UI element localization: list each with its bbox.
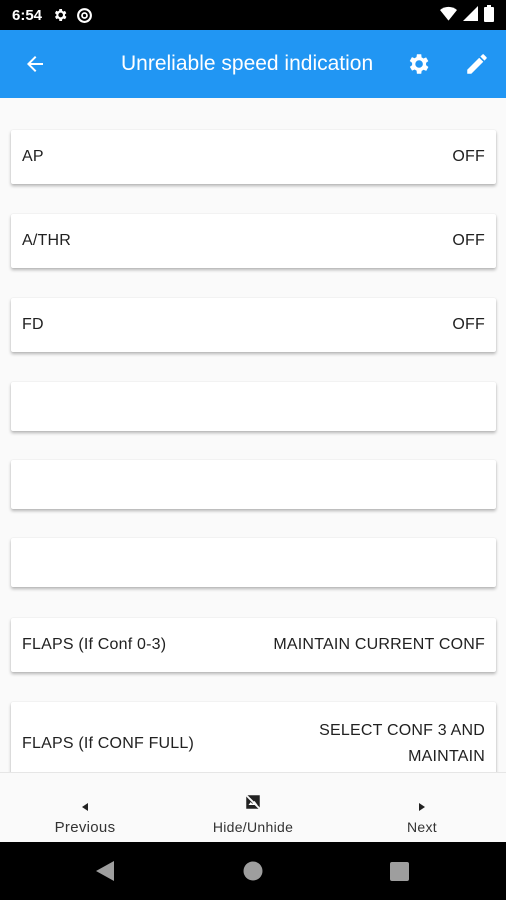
status-time: 6:54: [12, 6, 43, 24]
next-button[interactable]: Next: [392, 773, 452, 843]
item-label: FLAPS (If CONF FULL): [22, 735, 195, 752]
previous-label: Previous: [54, 819, 116, 836]
checklist[interactable]: AP OFF A/THR OFF FD OFF FLAPS (If Conf 0…: [0, 98, 506, 772]
hide-unhide-label: Hide/Unhide: [212, 819, 294, 835]
pencil-icon[interactable]: [462, 49, 492, 79]
item-label: FLAPS (If Conf 0-3): [22, 636, 167, 653]
status-bar: 6:54: [0, 0, 506, 30]
at-sync-icon: [76, 7, 93, 24]
recents-square-icon[interactable]: [386, 858, 412, 884]
app-bar: Unreliable speed indication: [0, 30, 506, 98]
system-nav-bar: [0, 842, 506, 900]
list-item[interactable]: [11, 538, 496, 587]
item-label: A/THR: [22, 232, 71, 249]
item-value: MAINTAIN CURRENT CONF: [273, 636, 485, 653]
battery-icon: [484, 4, 494, 26]
list-item[interactable]: AP OFF: [11, 130, 496, 184]
page-title: Unreliable speed indication: [121, 52, 374, 75]
hide-image-icon: [244, 783, 262, 811]
list-item[interactable]: FD OFF: [11, 298, 496, 352]
item-value: OFF: [452, 316, 485, 333]
screen: 6:54 Unreliable speed indication AP OFF …: [0, 0, 506, 900]
bottom-nav: Previous Hide/Unhide Next: [0, 772, 506, 842]
list-item[interactable]: FLAPS (If CONF FULL) SELECT CONF 3 AND M…: [11, 702, 496, 772]
hide-unhide-button[interactable]: Hide/Unhide: [203, 773, 303, 843]
list-item[interactable]: [11, 460, 496, 509]
back-triangle-icon[interactable]: [93, 858, 119, 884]
wifi-icon: [440, 6, 457, 25]
next-label: Next: [407, 819, 437, 835]
gear-icon: [52, 7, 68, 23]
item-value: OFF: [452, 232, 485, 249]
item-value: SELECT CONF 3 AND MAINTAIN: [319, 722, 485, 765]
gear-icon[interactable]: [403, 49, 433, 79]
previous-button[interactable]: Previous: [45, 773, 125, 843]
item-value: OFF: [452, 148, 485, 165]
chevron-right-icon: [419, 783, 425, 811]
signal-icon: [463, 5, 478, 25]
item-label: AP: [22, 148, 44, 165]
status-right-icons: [440, 4, 494, 26]
list-item[interactable]: A/THR OFF: [11, 214, 496, 268]
list-item[interactable]: [11, 382, 496, 431]
item-label: FD: [22, 316, 44, 333]
list-item[interactable]: FLAPS (If Conf 0-3) MAINTAIN CURRENT CON…: [11, 618, 496, 672]
home-circle-icon[interactable]: [240, 858, 266, 884]
chevron-left-icon: [82, 783, 88, 811]
back-arrow-icon[interactable]: [20, 50, 50, 78]
